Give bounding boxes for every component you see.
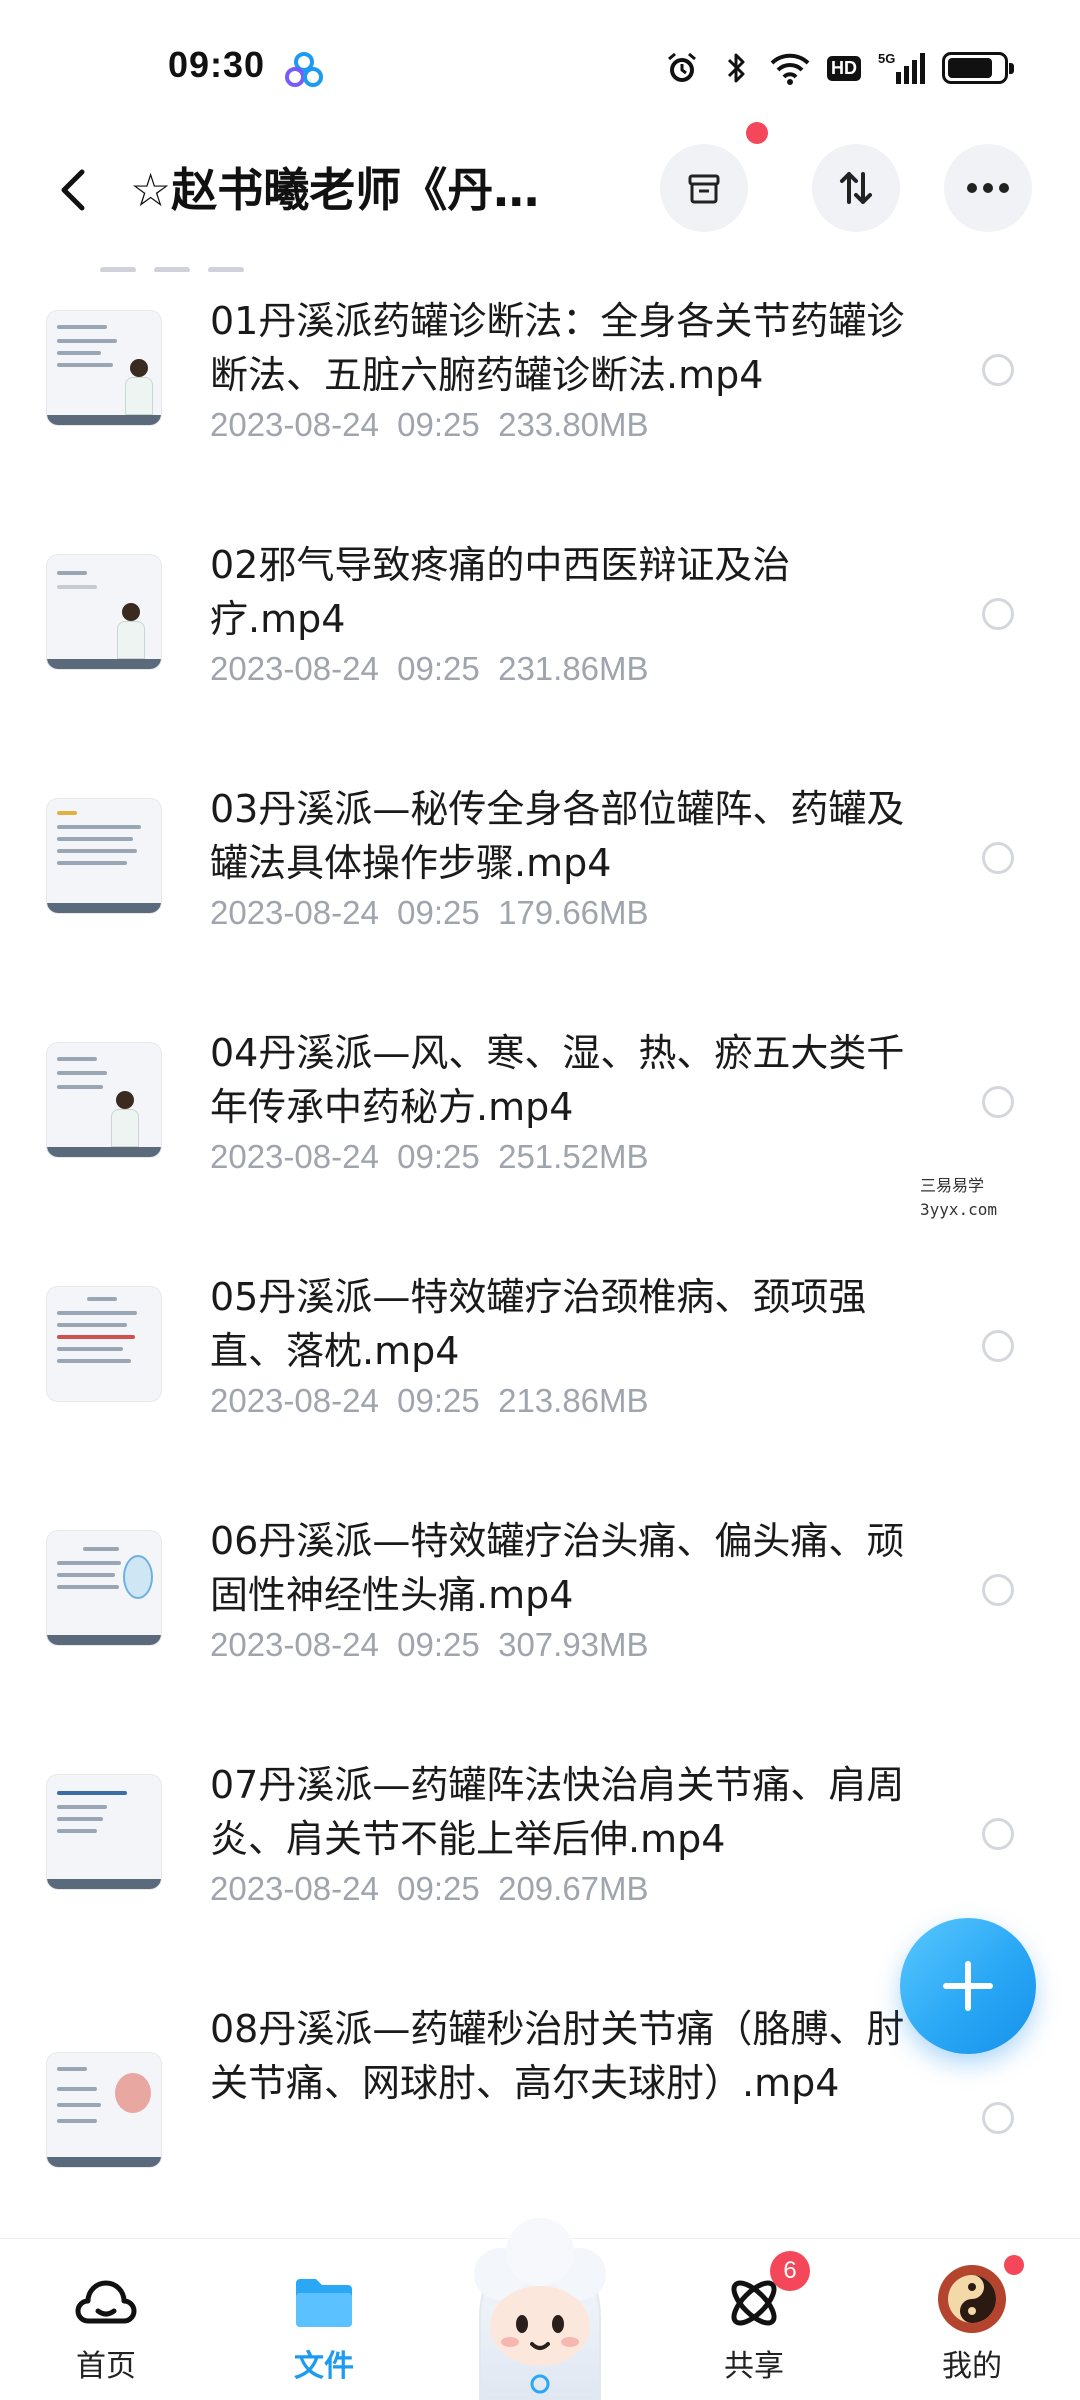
nav-label: 共享 <box>724 2349 784 2384</box>
file-name: 05丹溪派—特效罐疗治颈椎病、颈项强直、落枕.mp4 <box>210 1275 867 1373</box>
select-checkbox[interactable] <box>982 1330 1014 1362</box>
file-meta: 2023-08-24 09:25 179.66MB <box>210 894 649 931</box>
file-name: 08丹溪派—药罐秒治肘关节痛（胳膊、肘关节痛、网球肘、高尔夫球肘）.mp4 <box>210 2007 905 2105</box>
file-meta: 2023-08-24 09:25 251.52MB <box>210 1138 649 1175</box>
file-name: 07丹溪派—药罐阵法快治肩关节痛、肩周炎、肩关节不能上举后伸.mp4 <box>210 1763 905 1861</box>
select-checkbox[interactable] <box>982 1574 1014 1606</box>
more-button[interactable] <box>944 144 1032 232</box>
select-checkbox[interactable] <box>982 2102 1014 2134</box>
select-checkbox[interactable] <box>982 354 1014 386</box>
file-row[interactable]: 01丹溪派药罐诊断法：全身各关节药罐诊断法、五脏六腑药罐诊断法.mp4 2023… <box>0 299 1080 554</box>
app-cloud-icon <box>284 50 324 90</box>
video-thumbnail <box>46 1530 162 1646</box>
archive-icon <box>688 174 720 204</box>
signal-icon: 5G <box>878 48 928 88</box>
file-row[interactable]: 05丹溪派—特效罐疗治颈椎病、颈项强直、落枕.mp4 2023-08-24 09… <box>0 1275 1080 1530</box>
video-thumbnail <box>46 554 162 670</box>
file-meta: 2023-08-24 09:25 213.86MB <box>210 1382 649 1419</box>
header: ☆赵书曦老师《丹溪派药罐》 <box>0 122 1080 240</box>
home-cloud-icon <box>74 2271 138 2335</box>
file-name: 02邪气导致疼痛的中西医辩证及治疗.mp4 <box>210 543 791 641</box>
archive-button[interactable] <box>660 144 748 232</box>
file-meta: 2023-08-24 09:25 307.93MB <box>210 1626 649 1663</box>
video-thumbnail <box>46 798 162 914</box>
more-icon <box>967 183 1009 193</box>
nav-item-files[interactable]: 文件 <box>244 2239 404 2400</box>
watermark: 三易易学 3yyx.com <box>824 1174 1076 1230</box>
add-button[interactable] <box>900 1918 1036 2054</box>
file-meta: 2023-08-24 09:25 209.67MB <box>210 1870 649 1907</box>
file-row[interactable]: 02邪气导致疼痛的中西医辩证及治疗.mp4 2023-08-24 09:25 2… <box>0 543 1080 798</box>
profile-notification-dot <box>1004 2255 1024 2275</box>
file-list: 01丹溪派药罐诊断法：全身各关节药罐诊断法、五脏六腑药罐诊断法.mp4 2023… <box>0 264 1080 2230</box>
video-thumbnail <box>46 310 162 426</box>
video-thumbnail <box>46 1774 162 1890</box>
status-bar: 09:30 HD 5G <box>0 0 1080 140</box>
sort-icon <box>840 172 872 204</box>
battery-icon <box>942 52 1014 84</box>
video-thumbnail <box>46 1042 162 1158</box>
file-row[interactable]: 03丹溪派—秘传全身各部位罐阵、药罐及罐法具体操作步骤.mp4 2023-08-… <box>0 787 1080 1042</box>
nav-label: 我的 <box>942 2349 1002 2384</box>
nav-item-share[interactable]: 6 共享 <box>674 2239 834 2400</box>
nav-item-profile[interactable]: 我的 <box>892 2239 1052 2400</box>
select-checkbox[interactable] <box>982 842 1014 874</box>
file-name: 04丹溪派—风、寒、湿、热、瘀五大类千年传承中药秘方.mp4 <box>210 1031 905 1129</box>
profile-avatar-icon <box>934 2261 1010 2337</box>
file-row[interactable]: 04丹溪派—风、寒、湿、热、瘀五大类千年传承中药秘方.mp4 2023-08-2… <box>0 1031 1080 1286</box>
nav-item-home[interactable]: 首页 <box>26 2239 186 2400</box>
status-icons: HD 5G <box>662 48 1014 88</box>
sort-button[interactable] <box>812 144 900 232</box>
wifi-icon <box>770 48 810 88</box>
file-row[interactable]: 06丹溪派—特效罐疗治头痛、偏头痛、顽固性神经性头痛.mp4 2023-08-2… <box>0 1519 1080 1774</box>
file-meta: 2023-08-24 09:25 233.80MB <box>210 406 649 443</box>
folder-icon <box>292 2271 356 2335</box>
file-name: 01丹溪派药罐诊断法：全身各关节药罐诊断法、五脏六腑药罐诊断法.mp4 <box>210 299 905 397</box>
file-name: 06丹溪派—特效罐疗治头痛、偏头痛、顽固性神经性头痛.mp4 <box>210 1519 905 1617</box>
hd-icon: HD <box>824 48 864 88</box>
select-checkbox[interactable] <box>982 1818 1014 1850</box>
cloud-mascot-icon <box>474 2218 606 2400</box>
file-row[interactable]: 08丹溪派—药罐秒治肘关节痛（胳膊、肘关节痛、网球肘、高尔夫球肘）.mp4 <box>0 2007 1080 2230</box>
status-time: 09:30 <box>168 44 266 85</box>
select-checkbox[interactable] <box>982 598 1014 630</box>
nav-label: 首页 <box>76 2349 136 2384</box>
page-title: ☆赵书曦老师《丹溪派药罐》 <box>130 163 570 217</box>
select-checkbox[interactable] <box>982 1086 1014 1118</box>
file-meta: 2023-08-24 09:25 231.86MB <box>210 650 649 687</box>
svg-text:5G: 5G <box>878 51 895 66</box>
alarm-icon <box>662 48 702 88</box>
back-button[interactable] <box>44 160 104 220</box>
chevron-left-icon <box>61 169 85 211</box>
mascot-button[interactable] <box>440 2208 640 2400</box>
video-thumbnail <box>46 1286 162 1402</box>
nav-label: 文件 <box>294 2349 354 2384</box>
notification-dot <box>746 122 768 144</box>
bluetooth-icon <box>716 48 756 88</box>
partially-visible-row <box>100 264 280 272</box>
file-name: 03丹溪派—秘传全身各部位罐阵、药罐及罐法具体操作步骤.mp4 <box>210 787 905 885</box>
share-badge: 6 <box>770 2251 810 2291</box>
plus-icon <box>943 1961 993 2011</box>
video-thumbnail <box>46 2052 162 2168</box>
